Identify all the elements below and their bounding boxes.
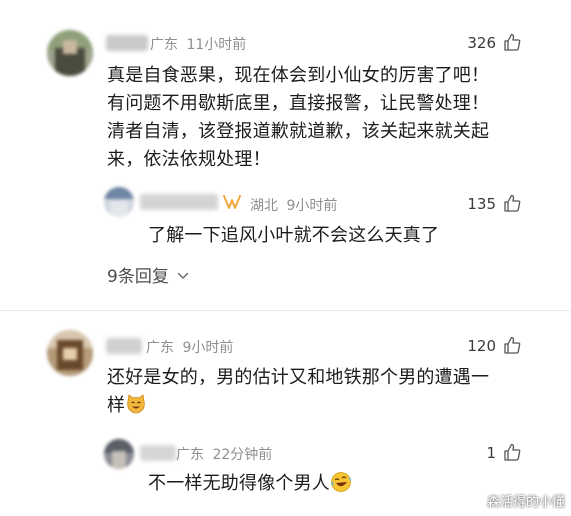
thumbs-up-icon [504,33,521,51]
avatar[interactable] [104,187,134,217]
comment-time: 11小时前 [186,37,247,53]
comment-location: 广东 [150,37,178,53]
reply-text: 了解一下追风小叶就不会这么天真了 [148,225,440,246]
laughing-crying-emoji-icon [331,472,351,492]
comment-location: 广东 [146,340,174,356]
like-count: 120 [467,337,496,355]
comment-text: 还好是女的，男的估计又和地铁那个男的遭遇一 样 [107,364,489,420]
more-replies-label: 9条回复 [107,267,169,287]
watermark: 森活得的小懂 [486,495,565,510]
divider [0,310,571,311]
comment-line: 真是自食恶果，现在体会到小仙女的厉害了吧！ [107,65,490,86]
comment-line-with-emoji: 样 [107,392,489,420]
cat-face-emoji-icon [127,394,145,414]
comment-text: 真是自食恶果，现在体会到小仙女的厉害了吧！ 有问题不用歇斯底里，直接报警，让民警… [107,62,489,174]
comment-line: 还好是女的，男的估计又和地铁那个男的遭遇一 [107,367,490,388]
like-count: 135 [467,195,496,213]
thumbs-up-icon [504,194,521,212]
reply-location: 湖北 [250,198,278,214]
reply-time: 22分钟前 [212,447,273,463]
reply-text-content: 不一样无助得像个男人 [148,473,330,494]
comment-time: 9小时前 [182,340,234,356]
like-count: 1 [486,444,496,462]
thumbs-up-icon [504,443,521,461]
avatar[interactable] [47,30,93,76]
username-blurred[interactable] [106,338,142,354]
comment-line: 样 [107,395,126,416]
comment-line: 来，依法依规处理！ [107,149,271,170]
comment-line: 清者自清，该登报道歉就道歉，该关起来就关起 [107,121,490,142]
like-count: 326 [467,34,496,52]
more-replies-link[interactable]: 9条回复 [107,262,189,287]
reply-time: 9小时前 [286,198,338,214]
username-blurred[interactable] [140,445,176,461]
v-member-badge-icon [223,195,241,209]
avatar[interactable] [104,439,134,469]
username-blurred[interactable] [140,194,218,210]
thumbs-up-icon [504,336,521,354]
comment-line: 有问题不用歇斯底里，直接报警，让民警处理！ [107,93,490,114]
reply-location: 广东 [176,447,204,463]
chevron-down-icon [178,272,189,279]
username-blurred[interactable] [106,35,148,51]
reply-text: 不一样无助得像个男人 [148,470,352,498]
avatar[interactable] [47,330,93,376]
